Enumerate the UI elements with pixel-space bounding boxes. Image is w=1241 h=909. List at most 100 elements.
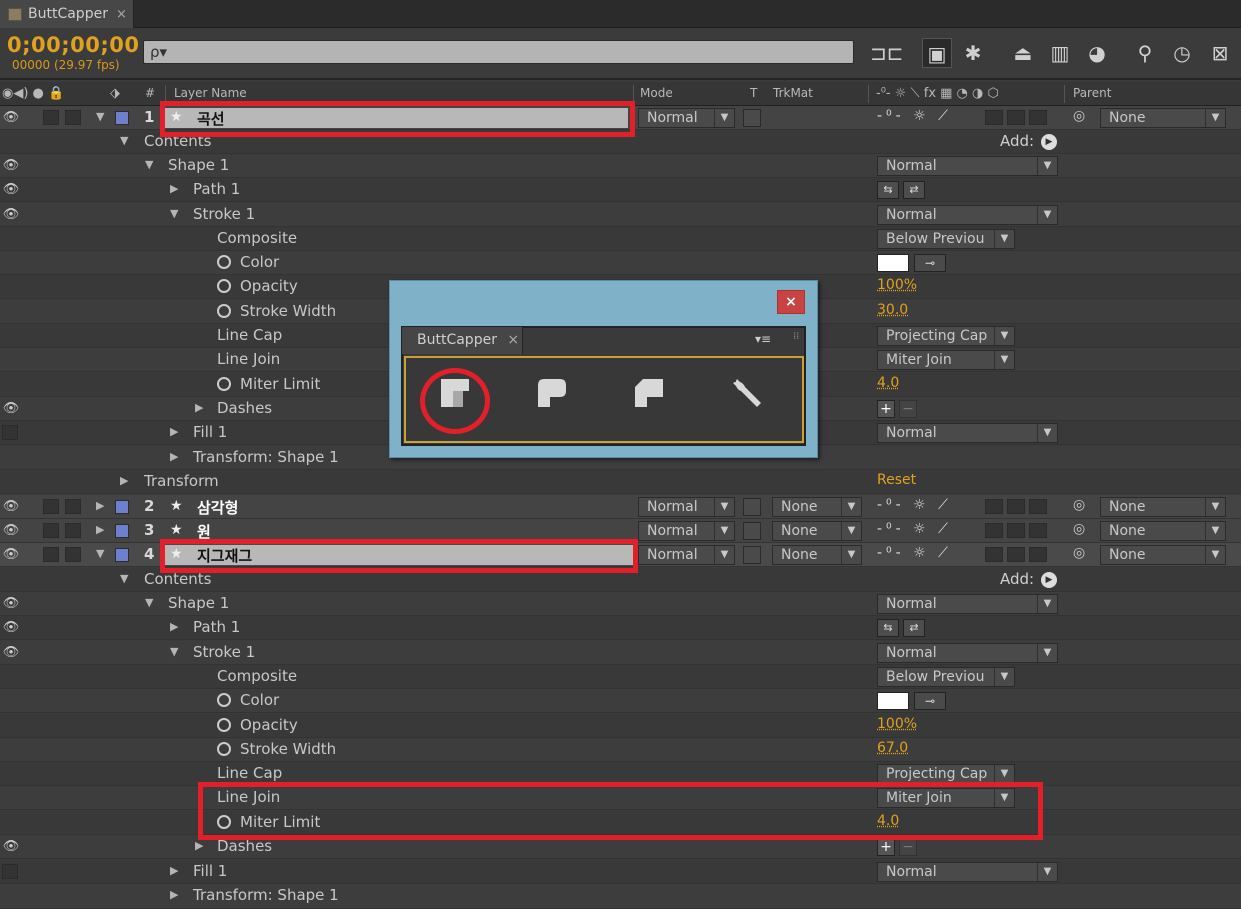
switch-box[interactable] <box>1007 110 1025 125</box>
close-icon[interactable]: × <box>507 332 519 348</box>
auto-keyframe-icon[interactable]: ◷ <box>1167 38 1197 68</box>
stroke-width-value[interactable]: 30.0 <box>877 302 908 318</box>
chevron-down-icon[interactable]: ▼ <box>170 207 178 220</box>
column-mode[interactable]: Mode <box>640 86 673 100</box>
add-button[interactable]: ▶ <box>1041 134 1057 150</box>
chevron-down-icon[interactable]: ▼ <box>96 547 104 560</box>
chevron-down-icon[interactable]: ▼ <box>145 596 153 609</box>
path-direction-icon[interactable]: ⇆ <box>877 619 899 637</box>
color-swatch[interactable] <box>877 254 909 272</box>
line-cap-dropdown[interactable]: Projecting Cap ▼ <box>877 764 1015 784</box>
column-trkmat[interactable]: TrkMat <box>773 86 813 100</box>
color-row[interactable]: Color ⊸ <box>0 251 1241 275</box>
composition-tab[interactable]: ButtCapper × <box>0 0 134 28</box>
eye-icon[interactable]: 👁 <box>2 645 20 660</box>
reset-link[interactable]: Reset <box>877 472 916 488</box>
trkmat-dropdown[interactable]: None ▼ <box>772 545 862 565</box>
chevron-right-icon[interactable]: ▶ <box>195 839 203 852</box>
eye-icon[interactable]: 👁 <box>2 547 20 562</box>
parent-dropdown[interactable]: None ▼ <box>1100 108 1226 128</box>
switch-box[interactable] <box>1029 110 1047 125</box>
path-row[interactable]: 👁 ▶ Path 1 ⇆ ⇄ <box>0 178 1241 202</box>
transform-shape-row[interactable]: ▶ Transform: Shape 1 <box>0 884 1241 909</box>
chevron-down-icon[interactable]: ▼ <box>145 158 153 171</box>
chevron-right-icon[interactable]: ▶ <box>170 182 178 195</box>
miter-limit-value[interactable]: 4.0 <box>877 375 899 391</box>
line-join-dropdown[interactable]: Miter Join ▼ <box>877 350 1015 370</box>
label-color-chip[interactable] <box>115 524 129 538</box>
layer-switches[interactable]: -⁰- ☼ ⟋ <box>877 545 952 561</box>
add-dash-button[interactable]: + <box>877 400 895 418</box>
shy-layers-icon[interactable]: ⏏ <box>1008 38 1038 68</box>
composite-dropdown[interactable]: Below Previou ▼ <box>877 229 1015 249</box>
switch-box[interactable] <box>985 523 1003 538</box>
eye-icon[interactable]: 👁 <box>2 596 20 611</box>
new-3d-layer-icon[interactable]: ✱ <box>958 38 988 68</box>
path-reverse-icon[interactable]: ⇄ <box>903 619 925 637</box>
layer-row-2[interactable]: 👁 ▶ 2 ★ 삼각형 Normal ▼ None ▼ -⁰- ☼ ⟋ ◎ None… <box>0 495 1241 519</box>
line-cap-dropdown[interactable]: Projecting Cap ▼ <box>877 326 1015 346</box>
fill-mode-dropdown[interactable]: Normal ▼ <box>877 862 1058 882</box>
label-color-chip[interactable] <box>115 500 129 514</box>
pick-whip-icon[interactable]: ◎ <box>1073 521 1085 537</box>
eye-icon[interactable]: 👁 <box>2 620 20 635</box>
stopwatch-icon[interactable] <box>217 693 231 707</box>
opacity-value[interactable]: 100% <box>877 716 917 732</box>
stroke-mode-dropdown[interactable]: Normal ▼ <box>877 643 1058 663</box>
pick-whip-icon[interactable]: ◎ <box>1073 108 1085 124</box>
preserve-transparency-toggle[interactable] <box>743 109 761 127</box>
stopwatch-icon[interactable] <box>217 255 231 269</box>
layer-switches[interactable]: -⁰- ☼ ⟋ <box>877 497 952 513</box>
eyedropper-icon[interactable]: ⊸ <box>914 254 946 272</box>
composite-row[interactable]: Composite Below Previou ▼ <box>0 227 1241 251</box>
round-join-icon[interactable] <box>527 373 577 427</box>
mode-dropdown[interactable]: Normal ▼ <box>638 108 735 128</box>
close-icon[interactable]: × <box>116 7 127 22</box>
shape-mode-dropdown[interactable]: Normal ▼ <box>877 156 1058 176</box>
remove-dash-button[interactable]: − <box>899 400 917 418</box>
stroke-row[interactable]: 👁 ▼ Stroke 1 Normal ▼ <box>0 641 1241 665</box>
chevron-right-icon[interactable]: ▶ <box>96 523 104 536</box>
chevron-right-icon[interactable]: ▶ <box>96 499 104 512</box>
switch-box[interactable] <box>985 547 1003 562</box>
solo-toggle[interactable] <box>43 110 59 125</box>
switch-box[interactable] <box>1029 547 1047 562</box>
shape-row[interactable]: 👁 ▼ Shape 1 Normal ▼ <box>0 154 1241 178</box>
eye-icon[interactable]: 👁 <box>2 158 20 173</box>
stroke-row[interactable]: 👁 ▼ Stroke 1 Normal ▼ <box>0 203 1241 227</box>
path-direction-icon[interactable]: ⇆ <box>877 181 899 199</box>
layer-name[interactable]: 삼각형 <box>197 497 238 518</box>
eye-icon[interactable]: 👁 <box>2 523 20 538</box>
chevron-down-icon[interactable]: ▼ <box>96 110 104 123</box>
trkmat-dropdown[interactable]: None ▼ <box>772 521 862 541</box>
column-layer-name[interactable]: Layer Name <box>174 86 247 100</box>
stroke-mode-dropdown[interactable]: Normal ▼ <box>877 205 1058 225</box>
pick-whip-icon[interactable]: ◎ <box>1073 497 1085 513</box>
label-icon[interactable]: ⬗ <box>110 86 120 101</box>
eye-toggle[interactable] <box>2 864 18 879</box>
chevron-down-icon[interactable]: ▼ <box>120 134 128 147</box>
stopwatch-icon[interactable] <box>217 377 231 391</box>
switch-box[interactable] <box>1029 523 1047 538</box>
mode-dropdown[interactable]: Normal ▼ <box>638 521 735 541</box>
grip-icon[interactable]: ⁞⁞ <box>793 331 799 342</box>
add-dash-button[interactable]: + <box>877 838 895 856</box>
stroke-width-value[interactable]: 67.0 <box>877 740 908 756</box>
chevron-right-icon[interactable]: ▶ <box>120 474 128 487</box>
parent-dropdown[interactable]: None ▼ <box>1100 545 1226 565</box>
search-input[interactable]: ρ▾ <box>143 40 854 64</box>
layer-switches[interactable]: -⁰- ☼ ⟋ <box>877 521 952 537</box>
lock-toggle[interactable] <box>65 523 81 538</box>
preserve-transparency-toggle[interactable] <box>743 498 761 516</box>
transform-row[interactable]: ▶ Transform Reset <box>0 470 1241 494</box>
draft-3d-icon[interactable]: ▣ <box>922 38 952 68</box>
pick-whip-icon[interactable]: ◎ <box>1073 545 1085 561</box>
frame-blending-icon[interactable]: ▥ <box>1045 38 1075 68</box>
wrench-icon[interactable] <box>722 373 772 427</box>
av-features-icons[interactable]: ◉◀) ● 🔒 <box>2 86 64 101</box>
chevron-down-icon[interactable]: ▼ <box>120 572 128 585</box>
parent-dropdown[interactable]: None ▼ <box>1100 521 1226 541</box>
eye-icon[interactable]: 👁 <box>2 207 20 222</box>
solo-toggle[interactable] <box>43 499 59 514</box>
eye-icon[interactable]: 👁 <box>2 499 20 514</box>
